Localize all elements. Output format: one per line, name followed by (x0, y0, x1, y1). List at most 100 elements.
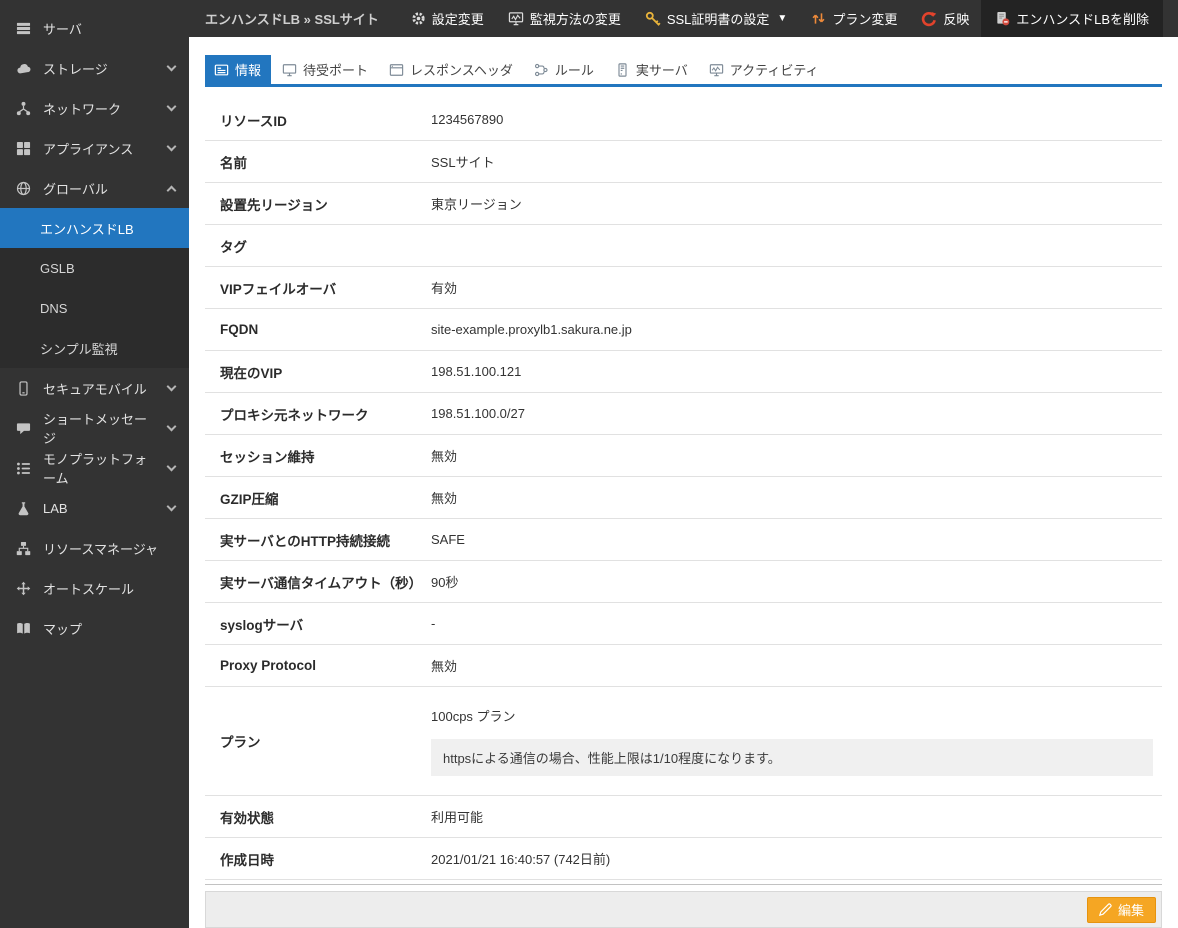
sidebar-item-label: ネットワーク (43, 99, 121, 118)
sidebar-item-autoscale[interactable]: オートスケール (0, 568, 189, 608)
sidebar-item-short-message[interactable]: ショートメッセージ (0, 408, 189, 448)
row-value: 198.51.100.0/27 (431, 402, 1162, 425)
tab-rules[interactable]: ルール (525, 55, 604, 84)
tab-real-server[interactable]: 実サーバ (606, 55, 698, 84)
tab-response-header[interactable]: レスポンスヘッダ (380, 55, 523, 84)
row-label: 名前 (205, 148, 431, 176)
row-value: 無効 (431, 484, 1162, 511)
row-label: プラン (205, 727, 431, 755)
sidebar-item-label: グローバル (43, 179, 108, 198)
row-label: タグ (205, 232, 431, 260)
sidebar-item-enhanced-lb[interactable]: エンハンスドLB (0, 208, 189, 248)
mobile-icon (15, 381, 32, 396)
sidebar-item-label: オートスケール (43, 579, 134, 598)
row-value: 198.51.100.121 (431, 360, 1162, 383)
sitemap-icon (15, 541, 32, 556)
row-label: VIPフェイルオーバ (205, 274, 431, 302)
plan-value: 100cps プラン (431, 706, 1162, 725)
row-label: FQDN (205, 318, 431, 341)
sidebar-item-mono-platform[interactable]: モノプラットフォーム (0, 448, 189, 488)
row-value: 東京リージョン (431, 190, 1162, 217)
sidebar-item-label: シンプル監視 (40, 339, 118, 358)
platform-icon (15, 461, 32, 476)
autoscale-icon (15, 581, 32, 596)
sidebar-item-label: LAB (43, 501, 68, 516)
key-icon (645, 11, 661, 27)
server-tower-icon (615, 63, 630, 77)
tab-listen-port[interactable]: 待受ポート (273, 55, 378, 84)
sidebar-item-map[interactable]: マップ (0, 608, 189, 648)
sidebar-global-submenu: エンハンスドLB GSLB DNS シンプル監視 (0, 208, 189, 368)
table-row-region: 設置先リージョン 東京リージョン (205, 183, 1162, 225)
breadcrumb: エンハンスドLB » SSLサイト (189, 9, 395, 28)
sidebar-item-label: サーバ (43, 19, 82, 38)
sidebar-item-secure-mobile[interactable]: セキュアモバイル (0, 368, 189, 408)
sidebar-item-dns[interactable]: DNS (0, 288, 189, 328)
table-row-session-persistence: セッション維持 無効 (205, 435, 1162, 477)
sidebar-item-label: エンハンスドLB (40, 219, 134, 238)
table-row-fqdn: FQDN site-example.proxylb1.sakura.ne.jp (205, 309, 1162, 351)
edit-button[interactable]: 編集 (1087, 897, 1156, 923)
plan-arrows-icon (811, 11, 826, 26)
apply-button[interactable]: 反映 (909, 0, 981, 37)
settings-change-button[interactable]: 設定変更 (399, 0, 496, 37)
button-label: プラン変更 (832, 9, 897, 28)
tab-info[interactable]: 情報 (205, 55, 271, 84)
table-row-syslog: syslogサーバ - (205, 603, 1162, 645)
table-row-plan: プラン 100cps プラン httpsによる通信の場合、性能上限は1/10程度… (205, 687, 1162, 796)
sidebar-item-gslb[interactable]: GSLB (0, 248, 189, 288)
sidebar-item-storage[interactable]: ストレージ (0, 48, 189, 88)
monitoring-change-button[interactable]: 監視方法の変更 (496, 0, 633, 37)
gear-icon (411, 11, 426, 26)
sidebar-item-label: ショートメッセージ (43, 409, 157, 447)
button-label: エンハンスドLBを削除 (1016, 9, 1149, 28)
button-label: 監視方法の変更 (530, 9, 621, 28)
row-value: 100cps プラン httpsによる通信の場合、性能上限は1/10程度になりま… (431, 702, 1162, 780)
server-icon (15, 21, 32, 36)
sidebar-item-label: GSLB (40, 261, 75, 276)
sidebar-item-label: アプライアンス (43, 139, 133, 158)
table-row-created-at: 作成日時 2021/01/21 16:40:57 (742日前) (205, 838, 1162, 880)
flask-icon (15, 501, 32, 516)
window-icon (389, 63, 404, 77)
table-row-name: 名前 SSLサイト (205, 141, 1162, 183)
tab-label: 情報 (235, 60, 261, 79)
monitor-icon (508, 11, 524, 26)
action-bar: 編集 (205, 891, 1162, 928)
row-value: - (431, 612, 1162, 635)
chevron-down-icon (167, 61, 177, 71)
sidebar-item-resource-manager[interactable]: リソースマネージャ (0, 528, 189, 568)
row-value: SSLサイト (431, 148, 1162, 175)
row-value: 1234567890 (431, 108, 1162, 131)
row-label: 実サーバ通信タイムアウト（秒） (205, 568, 431, 596)
sidebar-item-appliance[interactable]: アプライアンス (0, 128, 189, 168)
plan-change-button[interactable]: プラン変更 (799, 0, 909, 37)
tab-label: 待受ポート (303, 60, 368, 79)
tab-bar: 情報 待受ポート レスポンスヘッダ ルール 実サーバ (205, 55, 1162, 87)
tab-activity[interactable]: アクティビティ (700, 55, 829, 84)
row-label: 現在のVIP (205, 358, 431, 386)
sidebar-item-server[interactable]: サーバ (0, 8, 189, 48)
chevron-down-icon (167, 141, 177, 151)
info-card-icon (214, 63, 229, 77)
row-label: 設置先リージョン (205, 190, 431, 218)
sidebar-item-lab[interactable]: LAB (0, 488, 189, 528)
row-label: セッション維持 (205, 442, 431, 470)
row-label: プロキシ元ネットワーク (205, 400, 431, 428)
sidebar-item-global[interactable]: グローバル (0, 168, 189, 208)
main-area: エンハンスドLB » SSLサイト 設定変更 監視方法の変更 SSL証明書の設定… (189, 0, 1178, 928)
sidebar-item-simple-monitoring[interactable]: シンプル監視 (0, 328, 189, 368)
content: 情報 待受ポート レスポンスヘッダ ルール 実サーバ (189, 37, 1178, 928)
row-value: 無効 (431, 652, 1162, 679)
table-row-resource-id: リソースID 1234567890 (205, 99, 1162, 141)
table-row-current-vip: 現在のVIP 198.51.100.121 (205, 351, 1162, 393)
row-label: 実サーバとのHTTP持続接続 (205, 526, 431, 554)
row-value: 無効 (431, 442, 1162, 469)
table-row-proxy-protocol: Proxy Protocol 無効 (205, 645, 1162, 687)
row-value: 有効 (431, 274, 1162, 301)
ssl-cert-settings-button[interactable]: SSL証明書の設定 ▼ (633, 0, 799, 37)
message-icon (15, 421, 32, 436)
delete-enhanced-lb-button[interactable]: エンハンスドLBを削除 (981, 0, 1163, 37)
sidebar-item-network[interactable]: ネットワーク (0, 88, 189, 128)
activity-chart-icon (709, 63, 724, 77)
